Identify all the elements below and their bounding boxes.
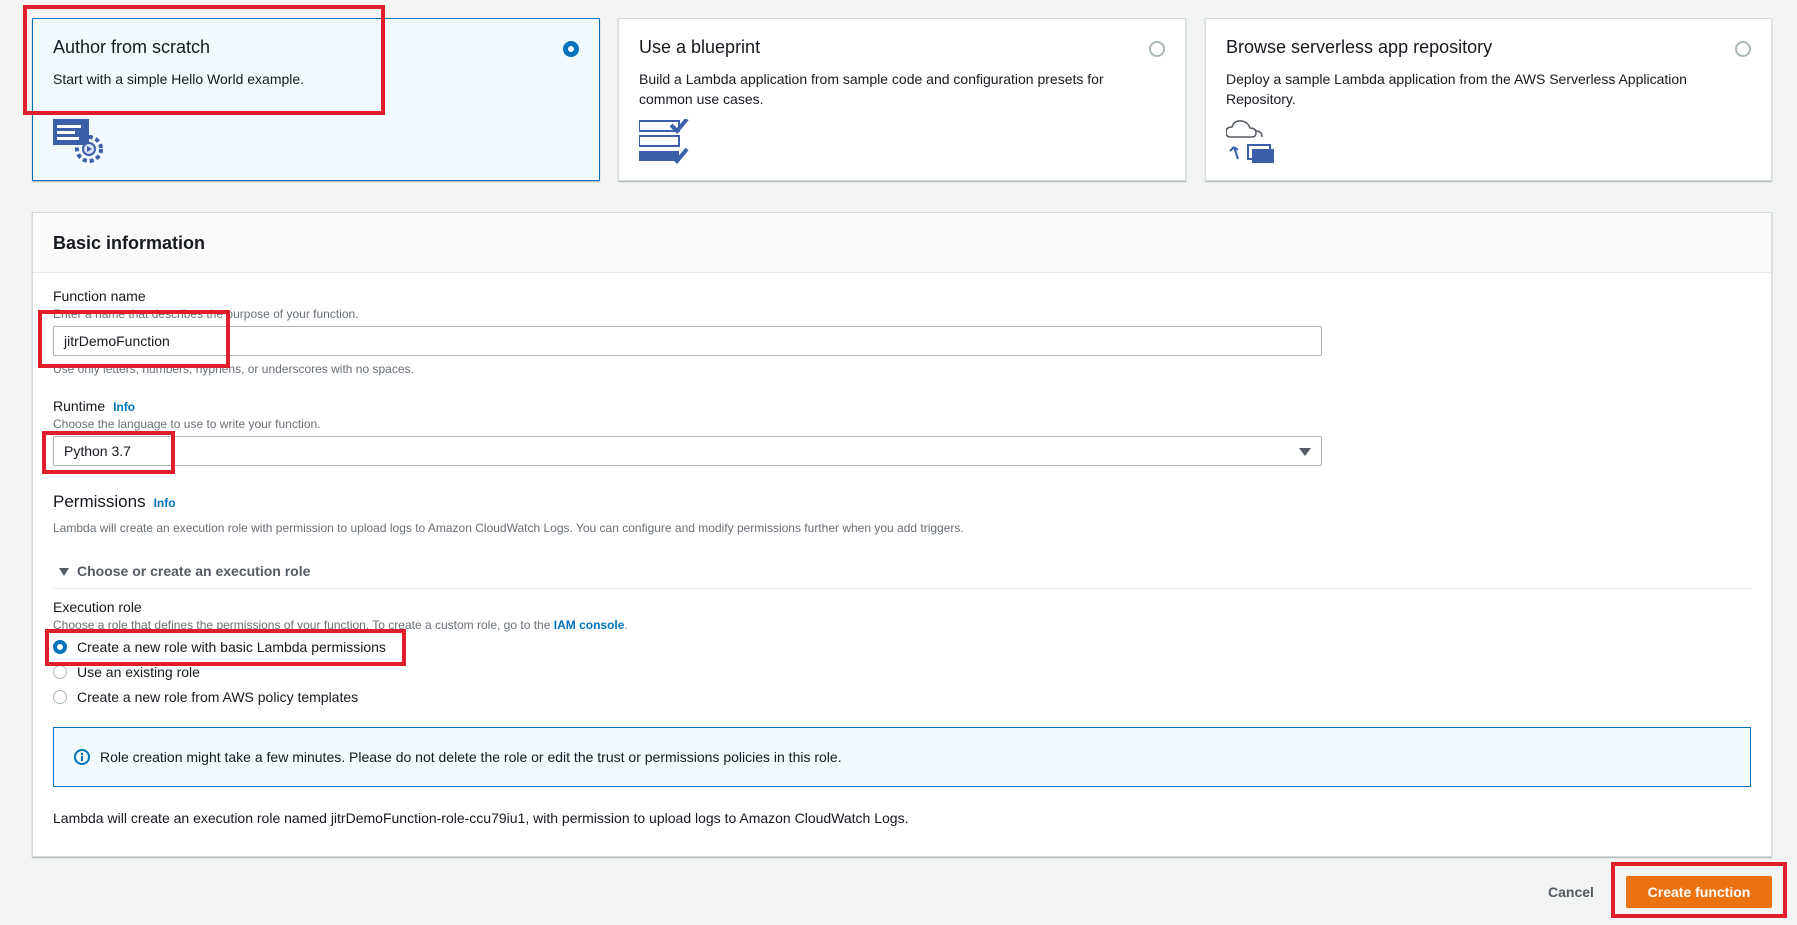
card-radio[interactable] xyxy=(1735,41,1751,57)
runtime-label: Runtime xyxy=(53,398,106,414)
info-icon xyxy=(74,749,90,765)
execution-role-section-title: Choose or create an execution role xyxy=(77,563,311,579)
card-browse-serverless[interactable]: Browse serverless app repository Deploy … xyxy=(1205,18,1772,181)
card-radio[interactable] xyxy=(563,41,579,57)
card-radio[interactable] xyxy=(1149,41,1165,57)
radio-button[interactable] xyxy=(53,690,67,704)
permissions-info-link[interactable]: Info xyxy=(154,496,176,510)
runtime-info-link[interactable]: Info xyxy=(113,400,135,414)
card-description: Build a Lambda application from sample c… xyxy=(639,71,1104,107)
basic-information-panel: Basic information Function name Enter a … xyxy=(32,212,1772,857)
alert-text: Role creation might take a few minutes. … xyxy=(100,749,842,765)
author-scratch-icon xyxy=(53,119,105,170)
highlight-box xyxy=(23,5,385,115)
highlight-box xyxy=(42,431,175,474)
radio-label: Use an existing role xyxy=(77,664,200,680)
highlight-box xyxy=(38,310,230,368)
permissions-label: Permissions xyxy=(53,492,146,511)
role-name-note: Lambda will create an execution role nam… xyxy=(53,810,909,826)
radio-label: Create a new role from AWS policy templa… xyxy=(77,689,359,705)
caret-down-icon xyxy=(1299,448,1311,456)
radio-button[interactable] xyxy=(53,665,67,679)
permissions-description: Lambda will create an execution role wit… xyxy=(53,521,964,535)
serverless-repo-icon xyxy=(1225,119,1276,170)
function-name-input[interactable]: jitrDemoFunction xyxy=(53,326,1322,356)
runtime-hint: Choose the language to use to write your… xyxy=(53,417,321,431)
card-title: Browse serverless app repository xyxy=(1226,37,1493,57)
card-use-blueprint[interactable]: Use a blueprint Build a Lambda applicati… xyxy=(618,18,1186,181)
radio-option-existing-role[interactable]: Use an existing role xyxy=(53,664,200,680)
highlight-box xyxy=(45,629,406,666)
card-title: Use a blueprint xyxy=(639,37,761,57)
radio-option-policy-templates[interactable]: Create a new role from AWS policy templa… xyxy=(53,689,358,705)
highlight-box xyxy=(1611,862,1787,918)
execution-role-hint-period: . xyxy=(624,618,628,632)
iam-console-link[interactable]: IAM console xyxy=(554,618,625,632)
caret-down-icon xyxy=(59,568,69,576)
card-description: Deploy a sample Lambda application from … xyxy=(1226,71,1687,107)
permissions-label-row: Permissions Info xyxy=(53,492,176,512)
execution-role-label: Execution role xyxy=(53,599,142,615)
panel-header: Basic information xyxy=(33,213,1771,273)
runtime-label-row: Runtime Info xyxy=(53,398,135,414)
cancel-button[interactable]: Cancel xyxy=(1536,876,1606,908)
execution-role-expander[interactable]: Choose or create an execution role xyxy=(53,563,1751,589)
runtime-select[interactable]: Python 3.7 xyxy=(53,436,1322,466)
function-name-label: Function name xyxy=(53,288,146,304)
blueprint-icon xyxy=(638,117,689,170)
info-alert: Role creation might take a few minutes. … xyxy=(53,727,1751,787)
